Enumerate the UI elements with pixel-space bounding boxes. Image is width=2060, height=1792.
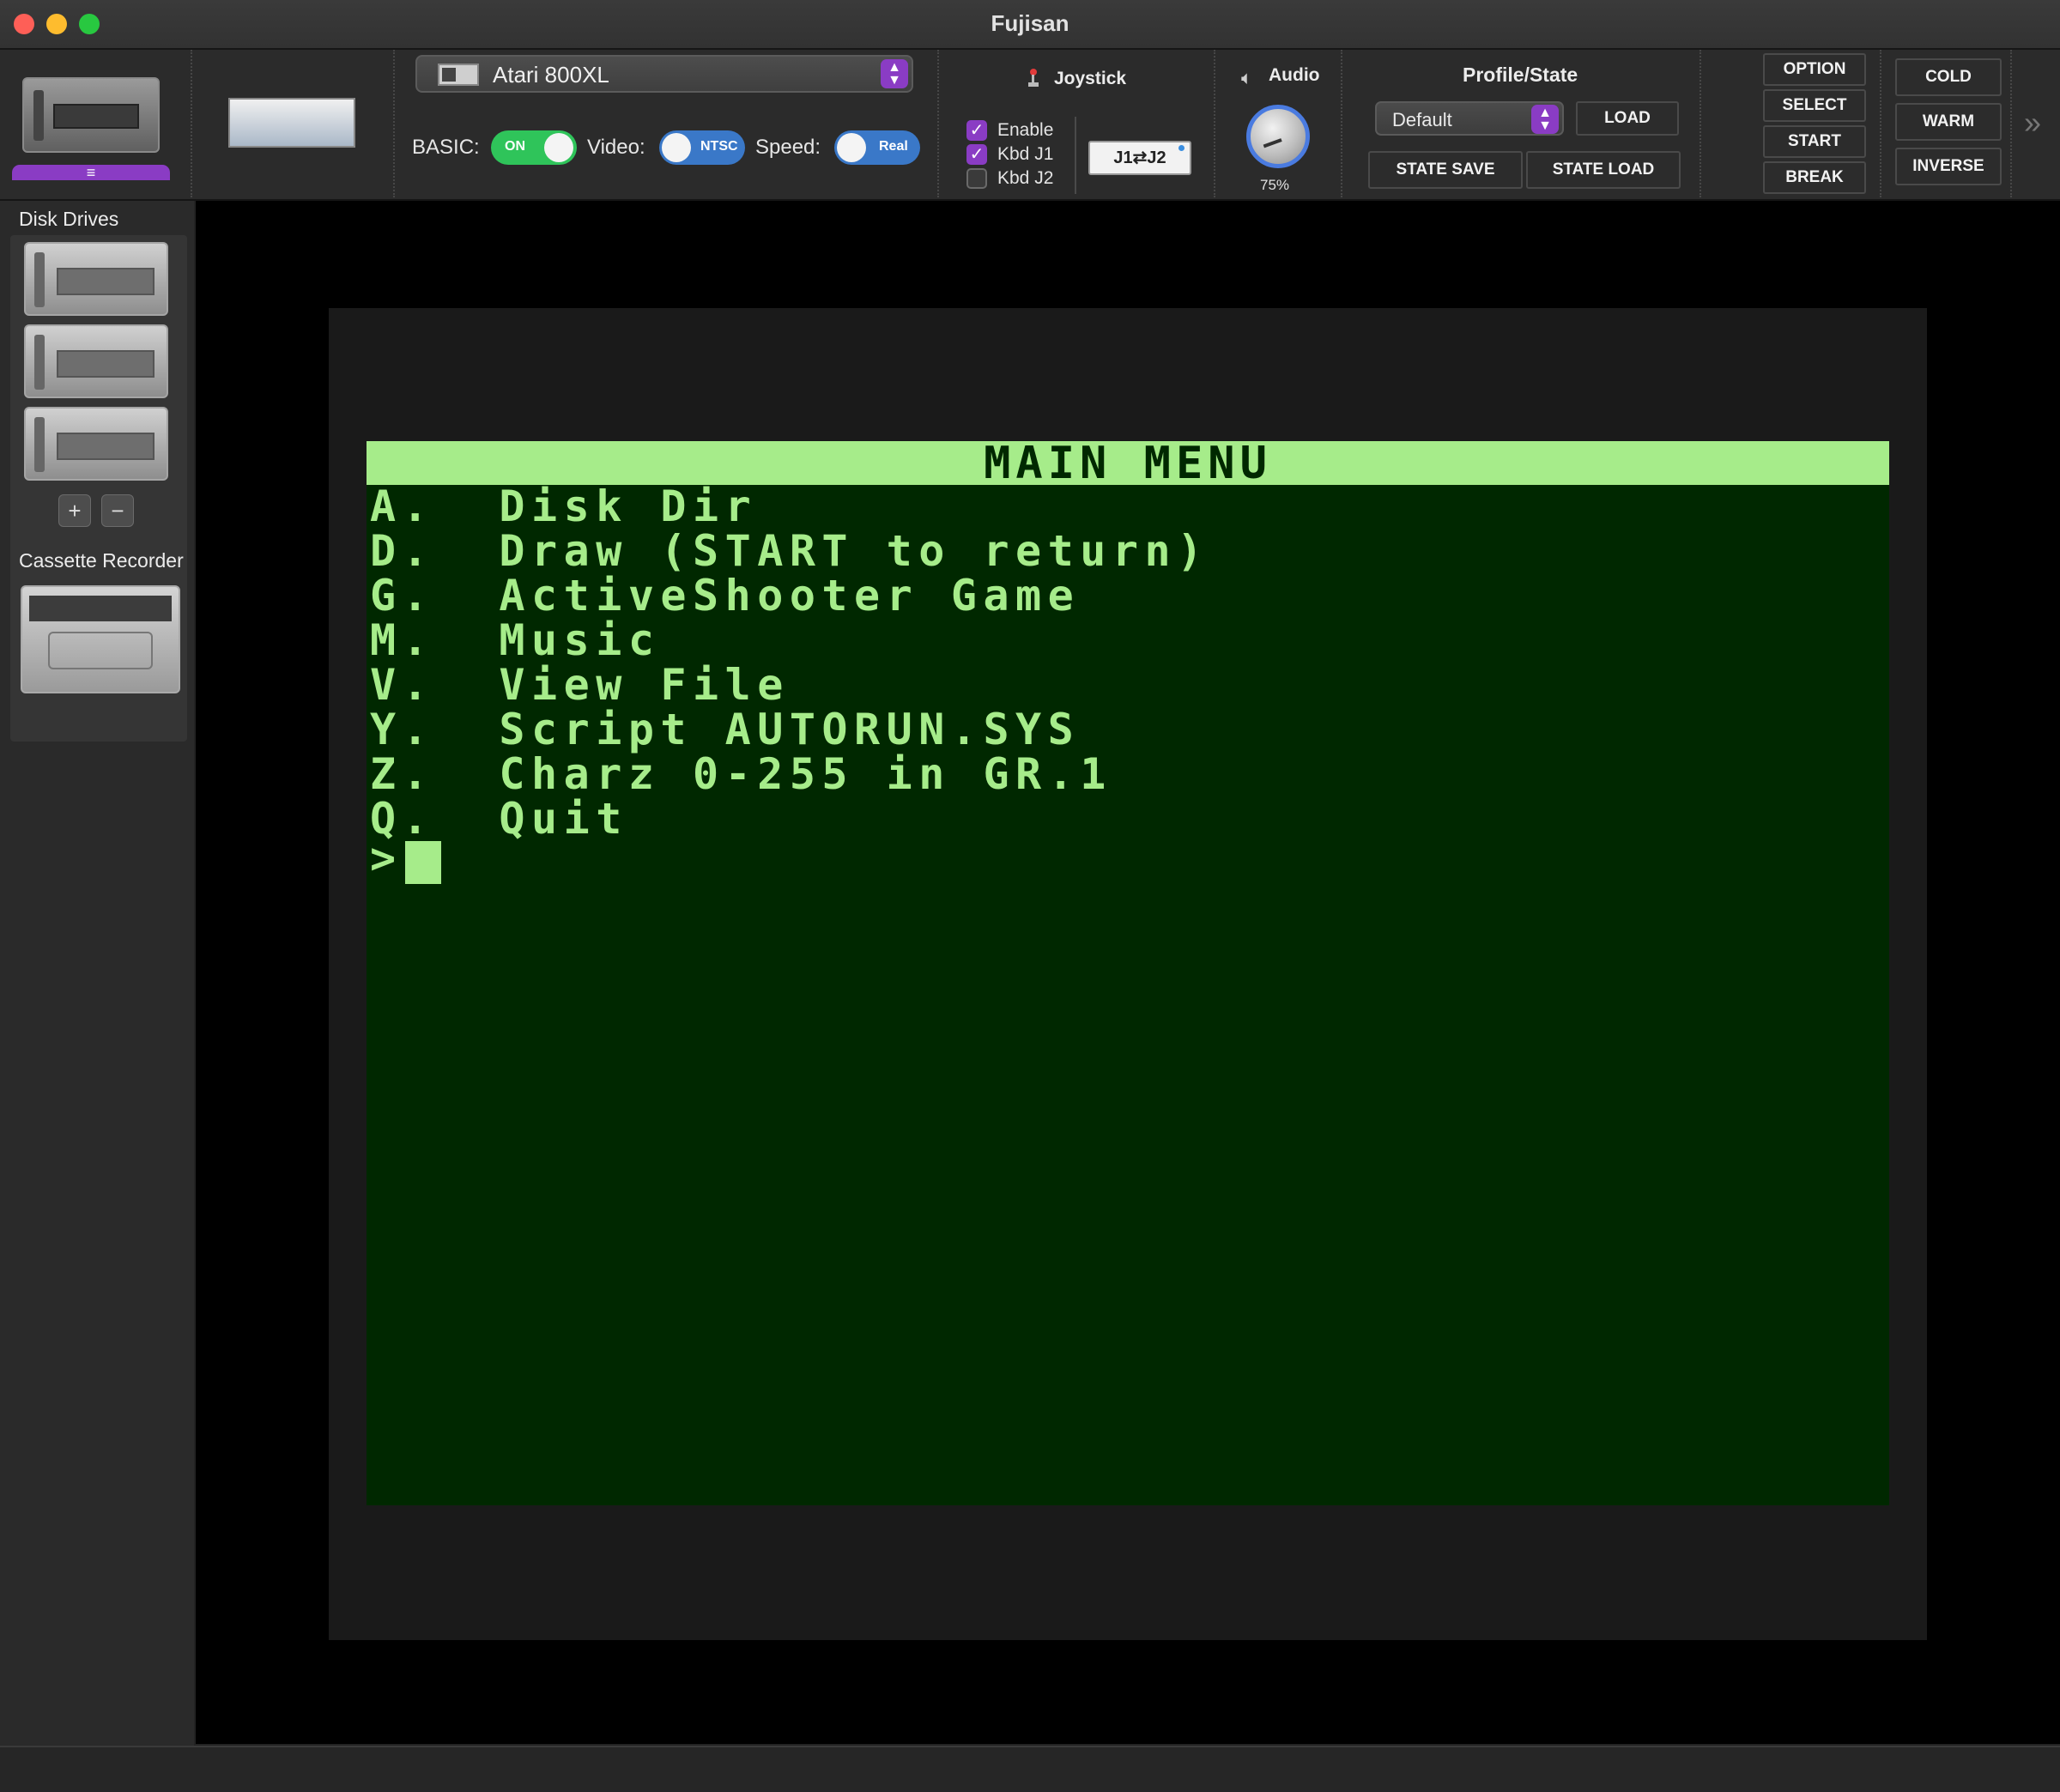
start-key-button[interactable]: START: [1763, 125, 1866, 158]
joystick-header: Joystick: [1054, 69, 1127, 88]
kbd-j2-label: Kbd J2: [997, 168, 1054, 188]
inverse-key-button[interactable]: INVERSE: [1895, 148, 2002, 185]
window-title: Fujisan: [991, 10, 1069, 36]
basic-label: BASIC:: [412, 136, 480, 159]
atari-screen[interactable]: MAIN MENU A. Disk Dir D. Draw (START to …: [367, 441, 1889, 1505]
cartridge-slot[interactable]: [228, 98, 355, 148]
machine-select[interactable]: Atari 800XL ▲ ▼: [415, 55, 913, 93]
profile-select[interactable]: Default ▲ ▼: [1375, 101, 1564, 136]
remove-drive-button[interactable]: −: [101, 494, 134, 527]
screen-prompt: >: [370, 833, 397, 883]
volume-knob[interactable]: [1246, 105, 1310, 168]
screen-line: Y. Script AUTORUN.SYS: [370, 705, 1081, 754]
add-drive-button[interactable]: +: [58, 494, 91, 527]
disk-drives-header: Disk Drives: [19, 208, 119, 230]
screen-title: MAIN MENU: [367, 441, 1889, 486]
state-save-button[interactable]: STATE SAVE: [1368, 151, 1523, 189]
select-key-button[interactable]: SELECT: [1763, 89, 1866, 122]
chevron-updown-icon: ▲ ▼: [881, 59, 908, 88]
speed-label: Speed:: [755, 136, 821, 159]
menu-icon: ≡: [86, 164, 96, 181]
status-bar: [0, 1746, 2060, 1792]
machine-select-value: Atari 800XL: [493, 62, 609, 88]
disk-drive-3[interactable]: [24, 407, 168, 481]
profile-state-header: Profile/State: [1463, 64, 1578, 86]
kbd-j2-checkbox[interactable]: [966, 168, 987, 189]
screen-line: D. Draw (START to return): [370, 526, 1209, 576]
atari-computer-icon[interactable]: [22, 77, 160, 153]
basic-toggle[interactable]: ON: [491, 130, 577, 165]
toolbar-overflow-icon[interactable]: »: [2024, 105, 2041, 141]
cold-reset-button[interactable]: COLD: [1895, 58, 2002, 96]
screen-line: Z. Charz 0-255 in GR.1: [370, 749, 1112, 799]
speed-toggle[interactable]: Real: [834, 130, 920, 165]
joystick-enable-label: Enable: [997, 120, 1054, 140]
joystick-divider: [1075, 117, 1076, 194]
profile-select-value: Default: [1392, 109, 1452, 130]
screen-line: M. Music: [370, 615, 661, 665]
swap-joysticks-button[interactable]: J1⇄J2: [1088, 141, 1191, 175]
joystick-enable-checkbox[interactable]: ✓: [966, 120, 987, 141]
video-toggle-state: NTSC: [700, 139, 738, 154]
speaker-icon: 🔈︎: [1241, 67, 1253, 88]
video-toggle[interactable]: NTSC: [659, 130, 745, 165]
cassette-recorder-header: Cassette Recorder: [19, 549, 184, 572]
sidebar: Disk Drives + − Cassette Recorder: [0, 201, 194, 1746]
screen-line: A. Disk Dir: [370, 481, 758, 531]
break-key-button[interactable]: BREAK: [1763, 161, 1866, 194]
disk-drive-2[interactable]: [24, 324, 168, 398]
text-cursor: [405, 841, 441, 884]
app-window: Fujisan ≡ Atari 800XL ▲ ▼ BASIC: ON Video…: [0, 0, 2060, 1792]
profile-load-button[interactable]: LOAD: [1576, 101, 1679, 136]
screen-line: Q. Quit: [370, 794, 628, 844]
video-label: Video:: [587, 136, 645, 159]
machine-menu-button[interactable]: ≡: [12, 165, 170, 180]
speed-toggle-state: Real: [879, 139, 908, 154]
computer-icon: [438, 64, 479, 86]
title-bar: Fujisan: [0, 0, 2060, 50]
chevron-updown-icon: ▲ ▼: [1531, 105, 1559, 134]
kbd-j1-label: Kbd J1: [997, 144, 1054, 164]
screen-line: V. View File: [370, 660, 790, 710]
disk-drive-1[interactable]: [24, 242, 168, 316]
warm-reset-button[interactable]: WARM: [1895, 103, 2002, 141]
volume-value: 75%: [1260, 177, 1290, 193]
state-load-button[interactable]: STATE LOAD: [1526, 151, 1681, 189]
audio-header: Audio: [1269, 65, 1320, 85]
basic-toggle-state: ON: [505, 139, 525, 154]
swap-joysticks-label: J1⇄J2: [1113, 148, 1166, 167]
screen-line: G. ActiveShooter Game: [370, 571, 1081, 621]
option-key-button[interactable]: OPTION: [1763, 53, 1866, 86]
joystick-icon: [1028, 69, 1039, 88]
toolbar: ≡ Atari 800XL ▲ ▼ BASIC: ON Video: NTSC S…: [0, 50, 2060, 201]
kbd-j1-checkbox[interactable]: ✓: [966, 144, 987, 165]
cassette-recorder[interactable]: [21, 585, 180, 693]
